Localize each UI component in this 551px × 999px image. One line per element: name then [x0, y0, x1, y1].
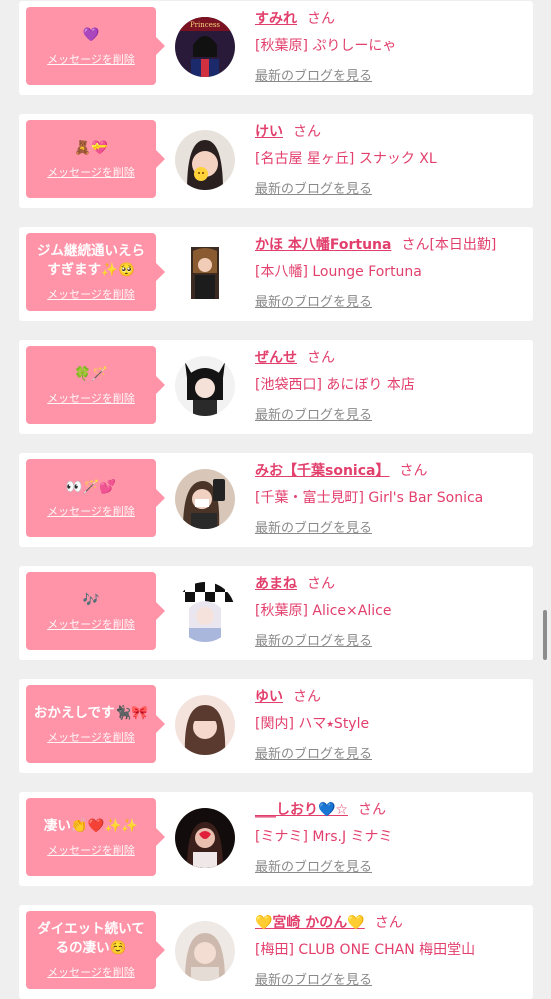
- message-bubble: 🎶 メッセージを削除: [26, 572, 165, 650]
- avatar[interactable]: Princess: [175, 17, 235, 77]
- avatar-logo-text: Princess: [190, 21, 220, 29]
- shop-label: [ミナミ] Mrs.J ミナミ: [255, 829, 393, 845]
- user-name-link[interactable]: ぜんせ: [255, 350, 297, 366]
- honorific: さん: [293, 689, 321, 705]
- shop-label: [本八幡] Lounge Fortuna: [255, 264, 422, 280]
- status-suffix: [本日出勤]: [429, 237, 497, 253]
- scrollbar-thumb[interactable]: [543, 610, 547, 660]
- shop-label: [秋葉原] Alice×Alice: [255, 603, 392, 619]
- shop-label: [池袋西口] あにぼり 本店: [255, 377, 415, 393]
- list-item: 🎶 メッセージを削除 あまね さん [秋葉原] Alice×Alice 最新のブロ…: [19, 566, 533, 660]
- honorific: さん: [307, 350, 335, 366]
- delete-message-button[interactable]: メッセージを削除: [47, 286, 135, 302]
- message-bubble: 🍀🪄 メッセージを削除: [26, 346, 165, 424]
- user-name-link[interactable]: あまね: [255, 576, 297, 592]
- message-text: 🎶: [82, 591, 100, 608]
- list-item: ダイエット続いてるの凄い☺️ メッセージを削除 💛宮崎 かのん💛 さん [梅田] …: [19, 905, 533, 999]
- message-text: 👀🪄💕: [65, 478, 117, 495]
- user-name-link[interactable]: かほ 本八幡Fortuna: [255, 237, 391, 253]
- avatar[interactable]: [175, 582, 235, 642]
- latest-blog-link[interactable]: 最新のブログを見る: [255, 856, 372, 875]
- latest-blog-link[interactable]: 最新のブログを見る: [255, 404, 372, 423]
- message-text: おかえしです🐈‍⬛🎀: [33, 704, 149, 721]
- shop-label: [関内] ハマ⭑Style: [255, 716, 370, 732]
- user-name-link[interactable]: ゆい: [255, 689, 283, 705]
- shop-label: [名古屋 星ヶ丘] スナック XL: [255, 151, 437, 167]
- delete-message-button[interactable]: メッセージを削除: [47, 51, 135, 67]
- honorific: さん: [307, 11, 335, 27]
- list-item: 🍀🪄 メッセージを削除 ぜんせ さん [池袋西口] あにぼり 本店 最新のブログを…: [19, 340, 533, 434]
- user-name-link[interactable]: 💛宮崎 かのん💛: [255, 915, 365, 931]
- user-name-link[interactable]: すみれ: [255, 11, 297, 27]
- honorific: さん: [374, 915, 403, 931]
- shop-label: [梅田] CLUB ONE CHAN 梅田堂山: [255, 942, 476, 958]
- honorific: さん: [307, 576, 335, 592]
- delete-message-button[interactable]: メッセージを削除: [47, 390, 135, 406]
- delete-message-button[interactable]: メッセージを削除: [47, 842, 135, 858]
- list-item: ジム継続通いえらすぎます✨🥺 メッセージを削除 かほ 本八幡Fortuna さん[…: [19, 227, 533, 321]
- avatar[interactable]: [175, 130, 235, 190]
- latest-blog-link[interactable]: 最新のブログを見る: [255, 517, 372, 536]
- message-bubble: 👀🪄💕 メッセージを削除: [26, 459, 165, 537]
- list-item: おかえしです🐈‍⬛🎀 メッセージを削除 ゆい さん [関内] ハマ⭑Style 最…: [19, 679, 533, 773]
- message-text: 💜: [82, 26, 100, 43]
- latest-blog-link[interactable]: 最新のブログを見る: [255, 178, 372, 197]
- latest-blog-link[interactable]: 最新のブログを見る: [255, 630, 372, 649]
- user-name-link[interactable]: ___しおり💙☆: [255, 802, 348, 818]
- list-item: 💜 メッセージを削除 Princess すみれ さん [秋葉原] ぷりしーにゃ 最…: [19, 1, 533, 95]
- delete-message-button[interactable]: メッセージを削除: [47, 616, 135, 632]
- latest-blog-link[interactable]: 最新のブログを見る: [255, 65, 372, 84]
- honorific: さん: [357, 802, 386, 818]
- message-bubble: ジム継続通いえらすぎます✨🥺 メッセージを削除: [26, 233, 165, 311]
- avatar[interactable]: [175, 695, 235, 755]
- message-text: ダイエット続いてるの凄い☺️: [37, 921, 145, 956]
- list-item: 🧸💝 メッセージを削除 けい さん [名古屋 星ヶ丘] スナック XL 最新のブロ…: [19, 114, 533, 208]
- list-item: 凄い👏❤️✨✨ メッセージを削除 ___しおり💙☆ さん [ミナミ] Mrs.J …: [19, 792, 533, 886]
- delete-message-button[interactable]: メッセージを削除: [47, 164, 135, 180]
- message-text: 🧸💝: [74, 139, 108, 156]
- shop-label: [秋葉原] ぷりしーにゃ: [255, 38, 397, 54]
- message-text: ジム継続通いえらすぎます✨🥺: [37, 243, 145, 278]
- latest-blog-link[interactable]: 最新のブログを見る: [255, 969, 372, 988]
- honorific: さん: [401, 237, 430, 253]
- message-bubble: 凄い👏❤️✨✨ メッセージを削除: [26, 798, 165, 876]
- avatar[interactable]: [175, 921, 235, 981]
- avatar[interactable]: [175, 243, 235, 303]
- list-item: 👀🪄💕 メッセージを削除 みお【千葉sonica】 さん [千葉・富士見町] Gi…: [19, 453, 533, 547]
- message-bubble: ダイエット続いてるの凄い☺️ メッセージを削除: [26, 911, 165, 989]
- message-bubble: 💜 メッセージを削除: [26, 7, 165, 85]
- delete-message-button[interactable]: メッセージを削除: [47, 503, 135, 519]
- delete-message-button[interactable]: メッセージを削除: [47, 729, 135, 745]
- user-name-link[interactable]: みお【千葉sonica】: [255, 463, 389, 479]
- avatar[interactable]: [175, 356, 235, 416]
- delete-message-button[interactable]: メッセージを削除: [47, 964, 135, 980]
- shop-label: [千葉・富士見町] Girl's Bar Sonica: [255, 490, 484, 506]
- message-bubble: おかえしです🐈‍⬛🎀 メッセージを削除: [26, 685, 165, 763]
- honorific: さん: [293, 124, 321, 140]
- latest-blog-link[interactable]: 最新のブログを見る: [255, 743, 372, 762]
- message-bubble: 🧸💝 メッセージを削除: [26, 120, 165, 198]
- honorific: さん: [399, 463, 428, 479]
- avatar[interactable]: [175, 808, 235, 868]
- message-text: 凄い👏❤️✨✨: [43, 817, 139, 834]
- latest-blog-link[interactable]: 最新のブログを見る: [255, 291, 372, 310]
- avatar[interactable]: [175, 469, 235, 529]
- message-text: 🍀🪄: [74, 365, 108, 382]
- user-name-link[interactable]: けい: [255, 124, 283, 140]
